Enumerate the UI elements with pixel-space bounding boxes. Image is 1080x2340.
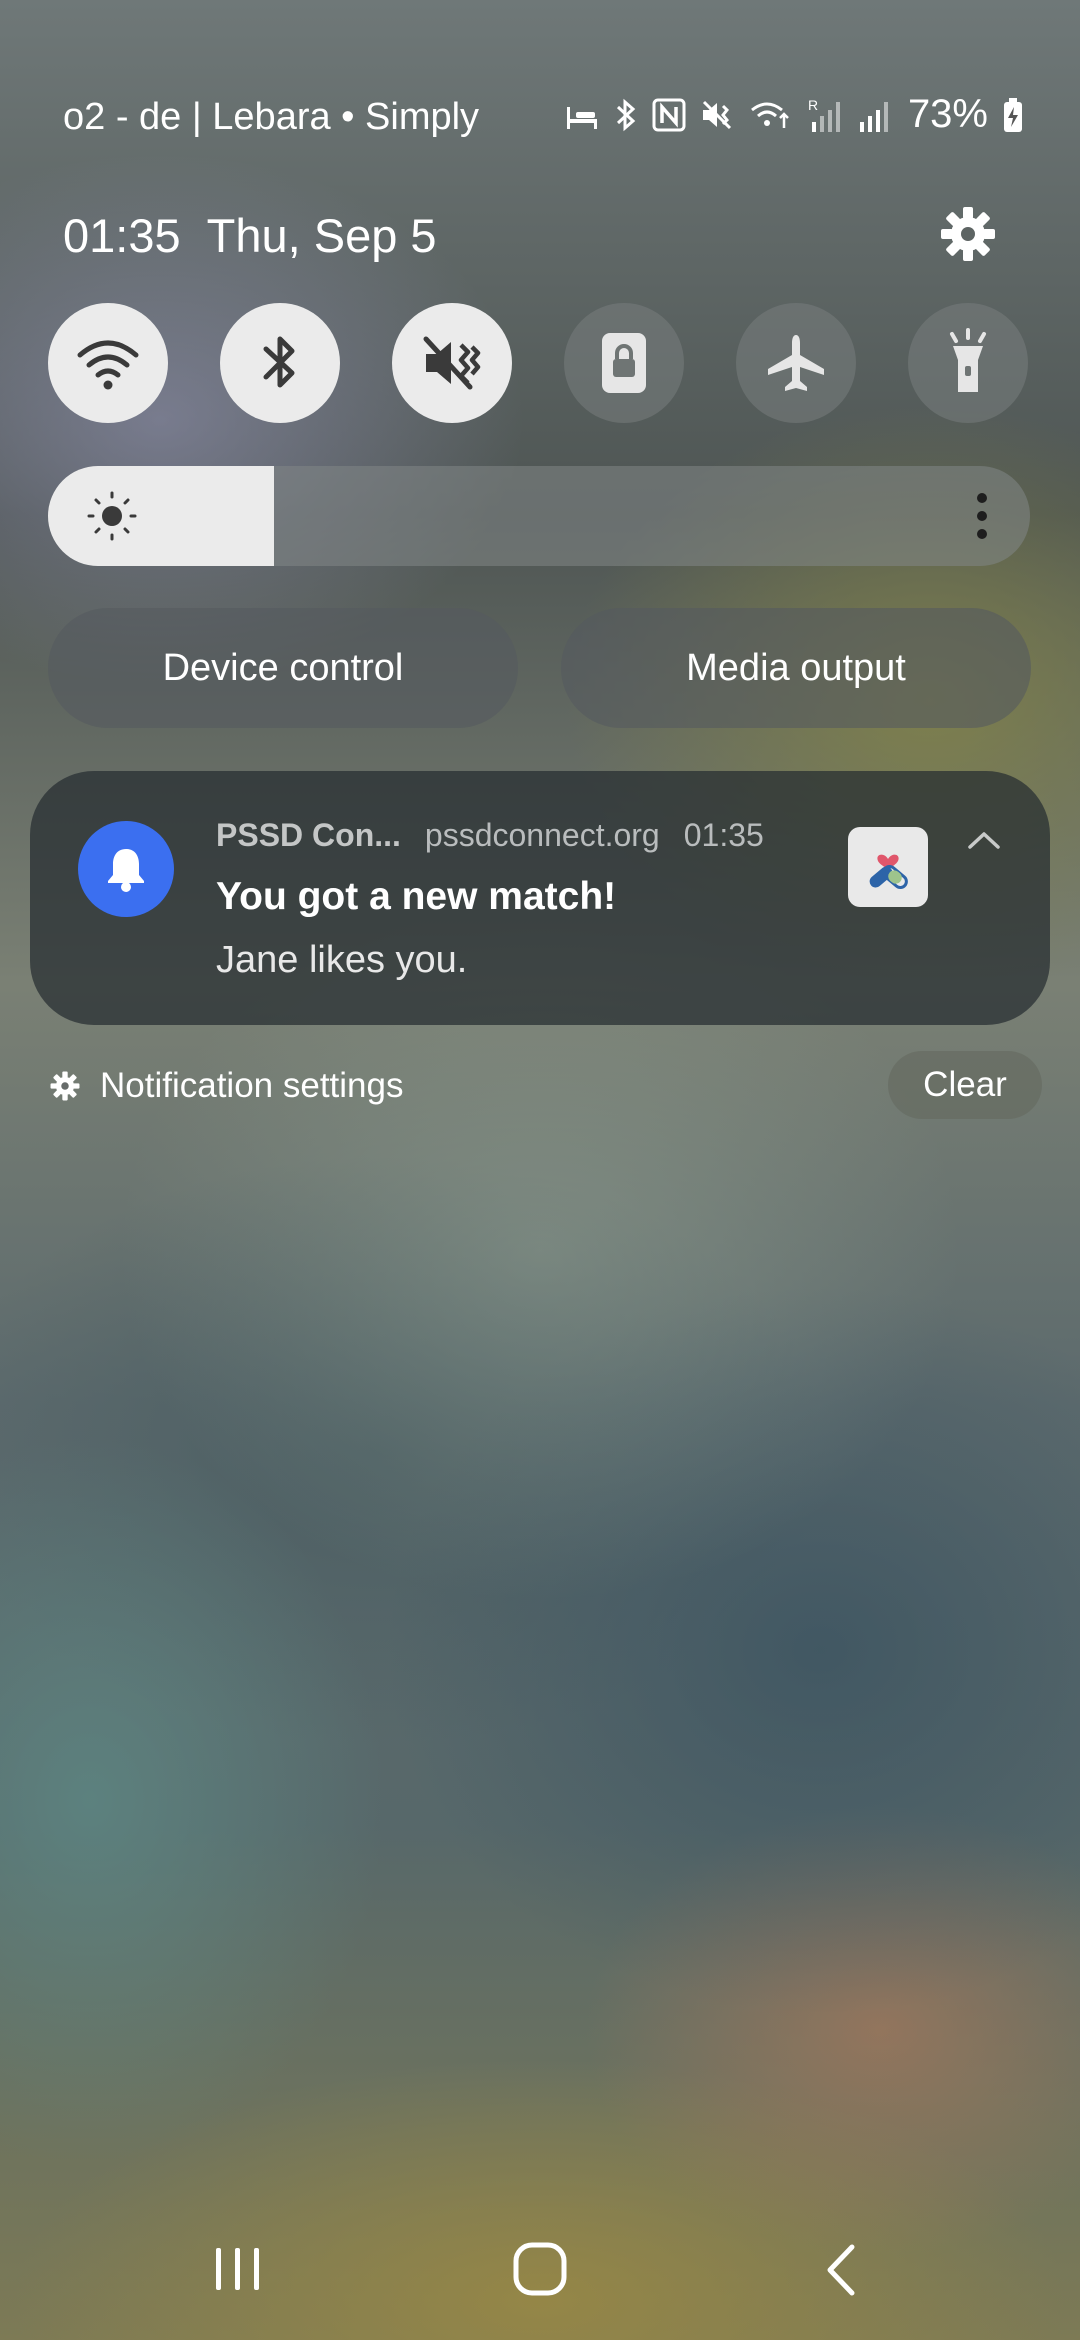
bluetooth-icon: [616, 98, 636, 131]
notification-thumbnail: [848, 827, 928, 907]
brightness-slider[interactable]: [48, 466, 1030, 566]
chevron-up-icon[interactable]: [966, 829, 1002, 851]
notification-settings-link[interactable]: Notification settings: [50, 1066, 403, 1106]
toggle-wifi[interactable]: [48, 303, 168, 423]
datetime: 01:35 Thu, Sep 5: [63, 208, 437, 263]
back-icon[interactable]: [822, 2243, 858, 2297]
signal-icon: [859, 101, 888, 132]
mute-vibrate-icon: [702, 100, 731, 129]
nfc-icon: [652, 98, 686, 131]
battery-charging-icon: [1004, 97, 1022, 132]
gear-icon[interactable]: [940, 206, 996, 262]
app-icon: [78, 821, 174, 917]
toggle-rotation-lock[interactable]: [564, 303, 684, 423]
bed-icon: [566, 106, 597, 129]
toggle-sound[interactable]: [392, 303, 512, 423]
media-output-button[interactable]: Media output: [561, 608, 1031, 728]
notification-header: PSSD Con... pssdconnect.org 01:35: [216, 817, 764, 854]
brightness-level: [48, 466, 274, 566]
device-control-button[interactable]: Device control: [48, 608, 518, 728]
carrier-name: o2 - de | Lebara • Simply: [63, 96, 480, 138]
notification-settings-label: Notification settings: [100, 1066, 404, 1105]
flashlight-icon: [950, 328, 986, 392]
status-icons: R 73%: [564, 92, 1024, 137]
bell-icon: [108, 849, 144, 892]
recent-apps-icon[interactable]: [214, 2246, 262, 2292]
toggle-bluetooth[interactable]: [220, 303, 340, 423]
more-vertical-icon[interactable]: [976, 492, 988, 540]
mute-vibrate-icon: [423, 336, 481, 390]
notification-body: Jane likes you.: [216, 939, 468, 981]
clock-time: 01:35: [63, 209, 181, 262]
wifi-icon: [77, 340, 139, 390]
signal-roaming-icon: R: [808, 97, 840, 132]
quick-toggles: [48, 303, 1028, 423]
home-icon[interactable]: [512, 2241, 568, 2297]
gear-icon: [50, 1071, 80, 1101]
notification-title: You got a new match!: [216, 875, 617, 918]
lock-rotation-icon: [602, 333, 646, 393]
sun-icon: [87, 491, 137, 541]
bluetooth-icon: [263, 336, 295, 388]
airplane-icon: [768, 335, 824, 391]
clear-button[interactable]: Clear: [888, 1051, 1042, 1119]
toggle-flashlight[interactable]: [908, 303, 1028, 423]
notification-source: pssdconnect.org: [424, 817, 660, 853]
wifi-data-icon: [751, 102, 789, 128]
svg-text:R: R: [808, 97, 818, 113]
heart-pills-icon: [869, 854, 908, 889]
notification-card[interactable]: PSSD Con... pssdconnect.org 01:35 You go…: [30, 771, 1050, 1025]
notification-app-name: PSSD Con...: [216, 817, 401, 853]
battery-percent: 73%: [907, 92, 988, 136]
toggle-airplane[interactable]: [736, 303, 856, 423]
date: Thu, Sep 5: [206, 209, 437, 262]
notification-time: 01:35: [683, 817, 764, 853]
